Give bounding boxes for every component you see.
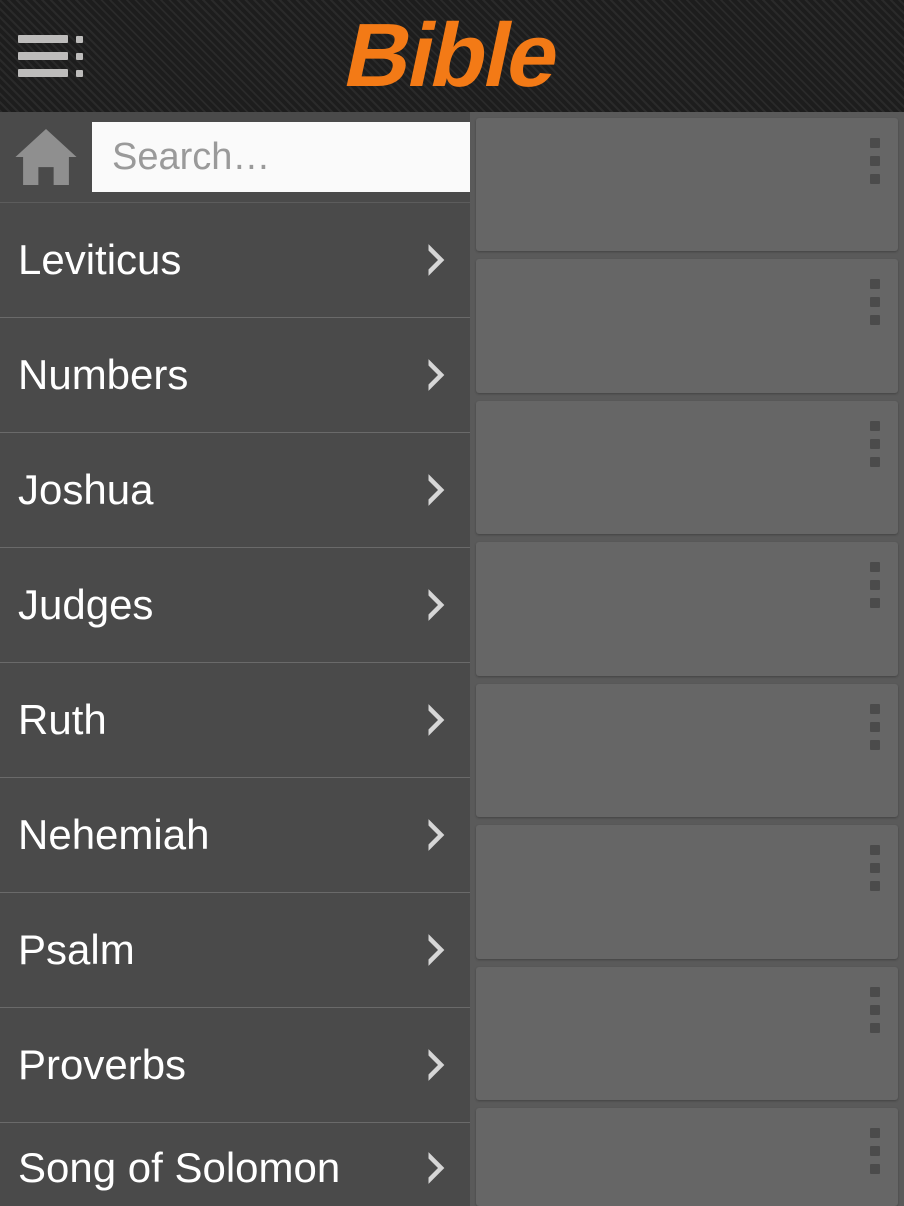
chevron-right-icon — [422, 1046, 454, 1084]
chevron-right-icon — [422, 1149, 454, 1187]
sidebar-item-numbers[interactable]: Numbers — [0, 318, 470, 433]
content-card[interactable] — [476, 684, 898, 817]
card-menu-icon[interactable] — [870, 562, 880, 608]
sidebar-item-label: Numbers — [18, 351, 188, 399]
hamburger-dot-icon — [76, 70, 83, 77]
hamburger-dot-icon — [76, 53, 83, 60]
card-menu-icon[interactable] — [870, 279, 880, 325]
card-menu-icon[interactable] — [870, 704, 880, 750]
chevron-right-icon — [422, 816, 454, 854]
chevron-right-icon — [422, 356, 454, 394]
sidebar-item-label: Joshua — [18, 466, 153, 514]
sidebar-menu: Leviticus Numbers Joshua Judges Ruth Neh… — [0, 203, 470, 1206]
chevron-right-icon — [422, 931, 454, 969]
sidebar-item-label: Psalm — [18, 926, 135, 974]
card-menu-icon[interactable] — [870, 987, 880, 1033]
card-menu-icon[interactable] — [870, 1128, 880, 1174]
content-pane — [470, 112, 904, 1206]
card-menu-icon[interactable] — [870, 138, 880, 184]
sidebar-item-joshua[interactable]: Joshua — [0, 433, 470, 548]
sidebar-item-ruth[interactable]: Ruth — [0, 663, 470, 778]
hamburger-bar-icon — [18, 35, 68, 43]
content-card[interactable] — [476, 825, 898, 958]
content-card[interactable] — [476, 1108, 898, 1206]
card-menu-icon[interactable] — [870, 845, 880, 891]
app-header: Bible — [0, 0, 904, 112]
content-card[interactable] — [476, 967, 898, 1100]
sidebar-item-judges[interactable]: Judges — [0, 548, 470, 663]
sidebar-item-label: Proverbs — [18, 1041, 186, 1089]
sidebar-item-label: Nehemiah — [18, 811, 209, 859]
app-body: Leviticus Numbers Joshua Judges Ruth Neh… — [0, 112, 904, 1206]
sidebar-item-label: Song of Solomon — [18, 1144, 340, 1192]
sidebar: Leviticus Numbers Joshua Judges Ruth Neh… — [0, 112, 470, 1206]
chevron-right-icon — [422, 471, 454, 509]
hamburger-dot-icon — [76, 36, 83, 43]
sidebar-item-label: Judges — [18, 581, 153, 629]
home-icon[interactable] — [14, 129, 78, 185]
hamburger-bar-icon — [18, 52, 68, 60]
sidebar-item-nehemiah[interactable]: Nehemiah — [0, 778, 470, 893]
sidebar-item-leviticus[interactable]: Leviticus — [0, 203, 470, 318]
hamburger-bar-icon — [18, 69, 68, 77]
content-card[interactable] — [476, 401, 898, 534]
menu-button[interactable] — [18, 35, 83, 77]
chevron-right-icon — [422, 241, 454, 279]
search-row — [0, 112, 470, 203]
app-title: Bible — [337, 11, 566, 101]
sidebar-item-proverbs[interactable]: Proverbs — [0, 1008, 470, 1123]
content-card[interactable] — [476, 542, 898, 675]
chevron-right-icon — [422, 701, 454, 739]
sidebar-item-label: Leviticus — [18, 236, 181, 284]
sidebar-item-psalm[interactable]: Psalm — [0, 893, 470, 1008]
chevron-right-icon — [422, 586, 454, 624]
sidebar-item-song-of-solomon[interactable]: Song of Solomon — [0, 1123, 470, 1206]
sidebar-item-label: Ruth — [18, 696, 107, 744]
card-menu-icon[interactable] — [870, 421, 880, 467]
content-card[interactable] — [476, 259, 898, 392]
content-card[interactable] — [476, 118, 898, 251]
